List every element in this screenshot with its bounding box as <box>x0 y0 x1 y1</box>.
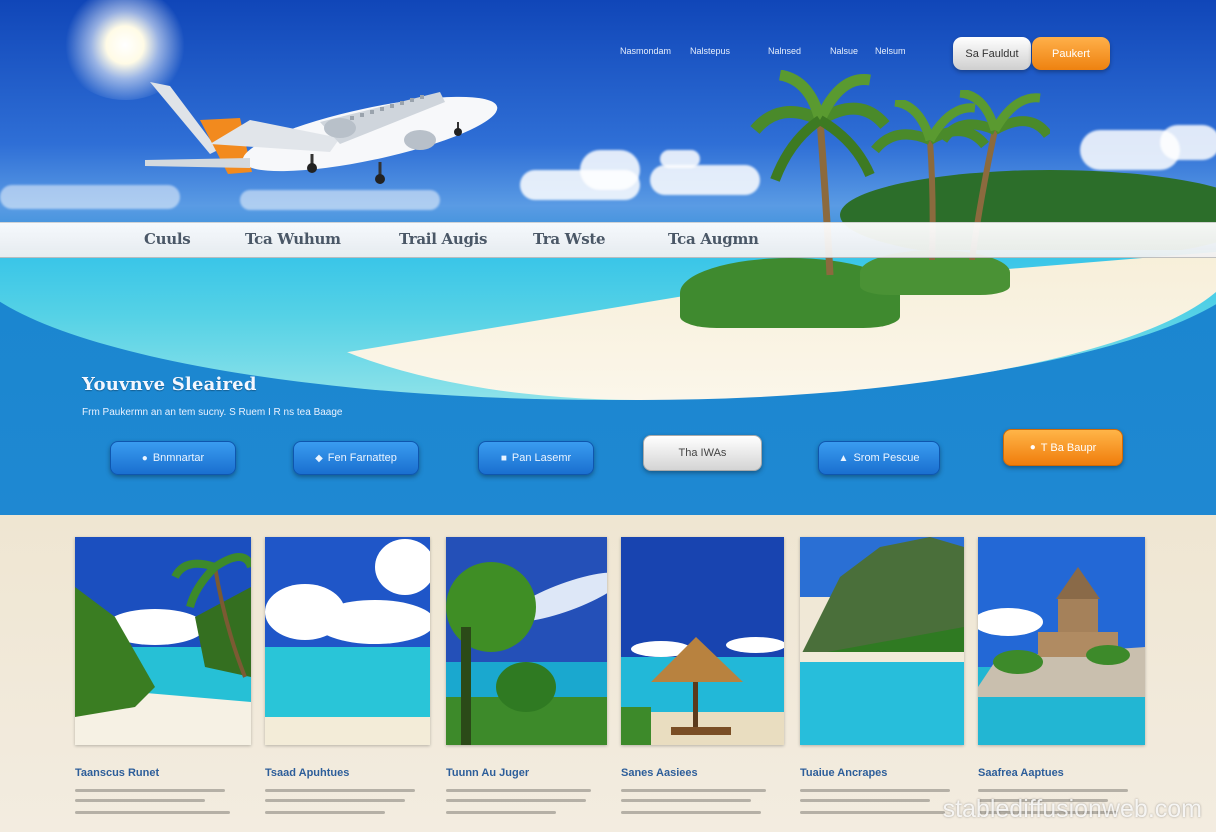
description-line <box>446 789 591 792</box>
destination-card[interactable]: Tuaiue Ancrapes <box>800 537 964 814</box>
action-button-4[interactable]: Tha IWAs <box>643 435 762 471</box>
main-nav-item[interactable]: Tca Wuhum <box>245 230 341 248</box>
action-button-5[interactable]: ▲ Srom Pescue <box>818 441 940 475</box>
pin-icon: ◆ <box>315 452 323 464</box>
top-nav-link[interactable]: Nalstepus <box>690 46 730 56</box>
main-nav-item[interactable]: Trail Augis <box>399 230 487 248</box>
description-line <box>621 789 766 792</box>
register-button[interactable]: Paukert <box>1032 37 1110 70</box>
destination-title[interactable]: Taanscus Runet <box>75 767 159 779</box>
action-button-label: Tha IWAs <box>678 447 727 459</box>
destination-card[interactable]: Saafrea Aaptues <box>978 537 1145 814</box>
action-button-label: Fen Farnattep <box>327 452 397 464</box>
cloud <box>0 185 180 209</box>
cloud <box>660 150 700 168</box>
destination-title[interactable]: Tuunn Au Juger <box>446 767 529 779</box>
destination-card[interactable]: Taanscus Runet <box>75 537 251 814</box>
description-line <box>800 789 950 792</box>
action-button-6[interactable]: ● T Ba Baupr <box>1003 429 1123 466</box>
hotel-icon: ■ <box>500 452 507 464</box>
description-line <box>446 799 586 802</box>
destination-card[interactable]: Tsaad Apuhtues <box>265 537 430 814</box>
cloud <box>650 165 760 195</box>
main-nav-item[interactable]: Tra Wste <box>533 230 606 248</box>
destination-card[interactable]: Tuunn Au Juger <box>446 537 607 814</box>
user-icon: ● <box>141 452 148 464</box>
description-line <box>446 811 556 814</box>
cloud <box>1160 125 1216 160</box>
description-line <box>621 799 751 802</box>
cloud <box>580 150 640 190</box>
description-line <box>621 811 761 814</box>
description-line <box>75 789 225 792</box>
action-button-label: Bnmnartar <box>152 452 205 464</box>
destination-photo[interactable] <box>800 537 964 745</box>
action-button-label: Pan Lasemr <box>511 452 572 464</box>
destination-title[interactable]: Sanes Aasiees <box>621 767 698 779</box>
top-nav-link[interactable]: Nalsue <box>830 46 858 56</box>
destination-title[interactable]: Saafrea Aaptues <box>978 767 1064 779</box>
destination-card[interactable]: Sanes Aasiees <box>621 537 784 814</box>
destination-photo[interactable] <box>265 537 430 745</box>
watermark: stablediffusionweb.com <box>942 795 1202 823</box>
destination-photo[interactable] <box>446 537 607 745</box>
cloud <box>240 190 440 210</box>
hero-banner: Nasmondam Nalstepus Nalnsed Nalsue Nelsu… <box>0 0 1216 515</box>
airplane-icon <box>145 82 498 184</box>
action-button-label: T Ba Baupr <box>1040 441 1097 454</box>
description-line <box>75 811 230 814</box>
top-nav-link[interactable]: Nasmondam <box>620 46 671 56</box>
description-line <box>800 799 930 802</box>
top-nav-link[interactable]: Nelsum <box>875 46 906 56</box>
top-nav-link[interactable]: Nalnsed <box>768 46 801 56</box>
action-button-2[interactable]: ◆ Fen Farnattep <box>293 441 419 475</box>
description-line <box>265 789 415 792</box>
hero-subtitle: Frm Paukermn an an tem sucny. S Ruem I R… <box>82 407 343 418</box>
destination-photo[interactable] <box>621 537 784 745</box>
main-nav: Cuuls Tca Wuhum Trail Augis Tra Wste Tca… <box>0 222 1216 258</box>
description-line <box>800 811 945 814</box>
action-button-3[interactable]: ■ Pan Lasemr <box>478 441 594 475</box>
description-line <box>265 811 385 814</box>
bag-icon: ▲ <box>838 452 849 464</box>
tag-icon: ● <box>1029 442 1036 453</box>
description-line <box>75 799 205 802</box>
destination-photo[interactable] <box>978 537 1145 745</box>
description-line <box>978 789 1128 792</box>
sign-in-button[interactable]: Sa Fauldut <box>953 37 1031 70</box>
action-button-1[interactable]: ● Bnmnartar <box>110 441 236 475</box>
main-nav-item[interactable]: Tca Augmn <box>668 230 759 248</box>
destination-photo[interactable] <box>75 537 251 745</box>
main-nav-item[interactable]: Cuuls <box>144 230 191 248</box>
hero-title: Youvnve Sleaired <box>82 374 257 395</box>
description-line <box>265 799 405 802</box>
action-button-label: Srom Pescue <box>853 452 920 464</box>
destination-title[interactable]: Tsaad Apuhtues <box>265 767 349 779</box>
destination-title[interactable]: Tuaiue Ancrapes <box>800 767 887 779</box>
